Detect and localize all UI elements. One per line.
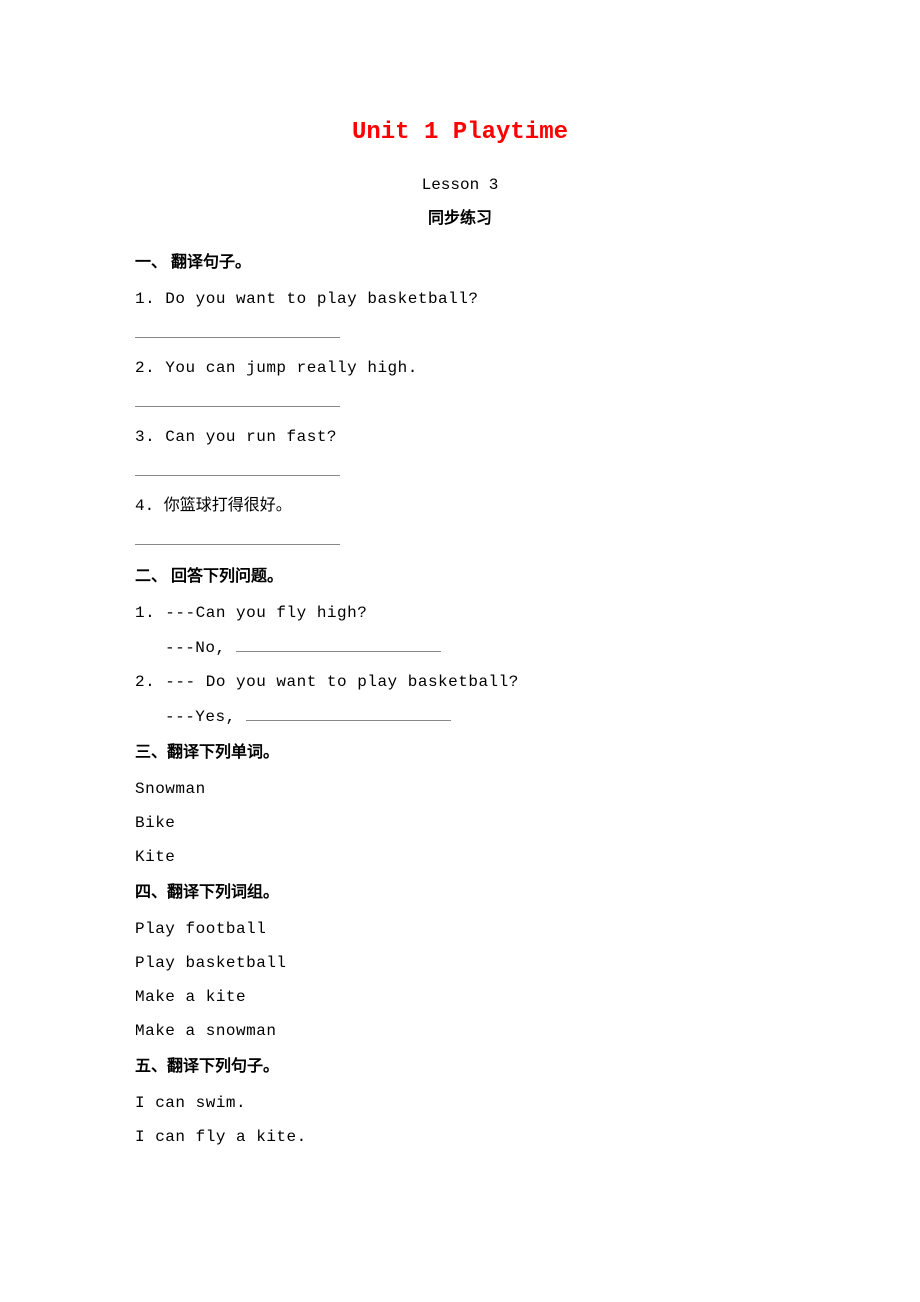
s4-phrase3: Make a kite <box>135 985 785 1009</box>
section3-header: 三、翻译下列单词。 <box>135 741 785 765</box>
section5-header: 五、翻译下列句子。 <box>135 1055 785 1079</box>
unit-title: Unit 1 Playtime <box>135 115 785 151</box>
s1-blank4 <box>135 528 785 553</box>
s1-item2: 2. You can jump really high. <box>135 356 785 380</box>
s2-q1-l2: ---No, <box>135 635 785 660</box>
section1-header: 一、 翻译句子。 <box>135 251 785 275</box>
s1-item1: 1. Do you want to play basketball? <box>135 287 785 311</box>
s2-q2-l1: 2. --- Do you want to play basketball? <box>135 670 785 694</box>
s1-item4: 4. 你篮球打得很好。 <box>135 494 785 518</box>
s4-phrase2: Play basketball <box>135 951 785 975</box>
s1-blank2 <box>135 390 785 415</box>
s2-q2-blank <box>246 704 451 721</box>
s4-phrase4: Make a snowman <box>135 1019 785 1043</box>
s2-q1-l1: 1. ---Can you fly high? <box>135 601 785 625</box>
s2-q1-blank <box>236 635 441 652</box>
s3-word1: Snowman <box>135 777 785 801</box>
s5-sent1: I can swim. <box>135 1091 785 1115</box>
s1-item3: 3. Can you run fast? <box>135 425 785 449</box>
practice-label: 同步练习 <box>135 207 785 231</box>
s3-word2: Bike <box>135 811 785 835</box>
worksheet-page: Unit 1 Playtime Lesson 3 同步练习 一、 翻译句子。 1… <box>0 0 920 1219</box>
section2-header: 二、 回答下列问题。 <box>135 565 785 589</box>
s5-sent2: I can fly a kite. <box>135 1125 785 1149</box>
s3-word3: Kite <box>135 845 785 869</box>
s4-phrase1: Play football <box>135 917 785 941</box>
lesson-subtitle: Lesson 3 <box>135 173 785 197</box>
section4-header: 四、翻译下列词组。 <box>135 881 785 905</box>
s2-q1-prefix: ---No, <box>165 639 236 657</box>
s1-blank1 <box>135 321 785 346</box>
s1-blank3 <box>135 459 785 484</box>
s2-q2-prefix: ---Yes, <box>165 708 246 726</box>
s2-q2-l2: ---Yes, <box>135 704 785 729</box>
